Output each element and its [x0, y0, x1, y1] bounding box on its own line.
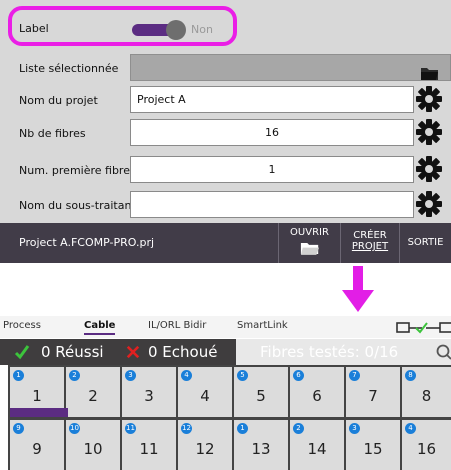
fiber-color-badge: 3: [125, 370, 136, 381]
fiber-color-badge: 2: [69, 370, 80, 381]
fiber-number: 2: [88, 387, 98, 405]
sous-traitant-field[interactable]: [130, 191, 414, 218]
premiere-gear-icon[interactable]: [415, 155, 443, 183]
fiber-color-badge: 2: [293, 423, 304, 434]
fiber-number: 14: [307, 440, 327, 458]
sortie-button[interactable]: SORTIE: [399, 223, 451, 263]
search-icon[interactable]: [436, 344, 451, 360]
failed-count: 0 Echoué: [148, 343, 218, 361]
selected-fiber-indicator: [10, 408, 68, 417]
sous-traitant-row: Nom du sous-traitan: [0, 186, 451, 224]
fiber-number: 16: [416, 440, 437, 458]
fiber-cell[interactable]: 66: [290, 367, 344, 417]
ouvrir-label: OUVRIR: [290, 227, 329, 238]
fiber-number: 13: [251, 440, 271, 458]
fiber-number: 9: [32, 440, 42, 458]
test-status-bar: 0 Réussi 0 Echoué Fibres testés: 0/16: [0, 339, 451, 365]
fiber-color-badge: 10: [69, 423, 80, 434]
fiber-color-badge: 4: [181, 370, 192, 381]
fiber-number: 6: [312, 387, 322, 405]
fiber-number: 4: [200, 387, 210, 405]
sortie-label: SORTIE: [407, 237, 444, 248]
fiber-number: 3: [144, 387, 154, 405]
fiber-number: 8: [421, 387, 432, 405]
fiber-number: 10: [83, 440, 103, 458]
tested-panel: Fibres testés: 0/16: [236, 339, 451, 365]
tab-smartlink[interactable]: SmartLink: [237, 320, 288, 331]
fiber-cell[interactable]: 88: [402, 367, 451, 417]
fibres-field-value: 16: [265, 126, 279, 139]
fiber-cell[interactable]: 12 12: [178, 420, 232, 470]
fiber-number: 1: [32, 387, 42, 405]
tab-process[interactable]: Process: [3, 320, 41, 331]
fiber-cell[interactable]: 4 16: [402, 420, 451, 470]
fiber-number: 5: [256, 387, 266, 405]
projet-field[interactable]: Project A: [130, 86, 414, 113]
label-row-highlight: [8, 6, 237, 46]
fibres-gear-icon[interactable]: [415, 118, 443, 146]
sous-traitant-gear-icon[interactable]: [415, 190, 443, 218]
fiber-number: 15: [363, 440, 383, 458]
fibres-field[interactable]: 16: [130, 119, 414, 146]
creer-label-line1: CRÉER: [353, 230, 387, 241]
tab-cable[interactable]: Cable: [84, 320, 116, 335]
fiber-cell[interactable]: 10 10: [66, 420, 120, 470]
project-filename: Project A.FCOMP-PRO.prj: [19, 236, 155, 249]
fiber-color-badge: 1: [237, 423, 248, 434]
premiere-field-value: 1: [268, 163, 276, 176]
fiber-color-badge: 4: [405, 423, 416, 434]
premiere-field[interactable]: 1: [130, 156, 414, 183]
tab-ilorl-bidir[interactable]: IL/ORL Bidir: [148, 320, 206, 331]
projet-row-label: Nom du projet: [19, 93, 98, 107]
fibres-row-label: Nb de fibres: [19, 126, 86, 140]
fiber-cell[interactable]: 22: [66, 367, 120, 417]
tab-bar: Process Cable IL/ORL Bidir SmartLink: [0, 316, 451, 338]
projet-gear-icon[interactable]: [415, 85, 443, 113]
down-arrow-head: [342, 290, 374, 312]
fiber-color-badge: 5: [237, 370, 248, 381]
tested-count: Fibres testés: 0/16: [260, 343, 399, 361]
fiber-color-badge: 11: [125, 423, 136, 434]
fiber-color-badge: 12: [181, 423, 192, 434]
fiber-cell[interactable]: 2 14: [290, 420, 344, 470]
check-icon: [14, 345, 30, 360]
sous-traitant-row-label: Nom du sous-traitan: [19, 198, 132, 212]
passed-count: 0 Réussi: [41, 343, 104, 361]
fiber-color-badge: 9: [13, 423, 24, 434]
liste-field[interactable]: [130, 54, 451, 81]
fiber-cell[interactable]: 55: [234, 367, 288, 417]
fiber-cell[interactable]: 99: [10, 420, 64, 470]
ouvrir-button[interactable]: OUVRIR: [278, 223, 340, 263]
fiber-color-badge: 3: [349, 423, 360, 434]
project-settings-panel: Label Non Liste sélectionnée Nom du proj…: [0, 0, 451, 263]
folder-icon[interactable]: [420, 65, 440, 81]
fiber-number: 7: [368, 387, 378, 405]
fiber-color-badge: 6: [293, 370, 304, 381]
fiber-color-badge: 7: [349, 370, 360, 381]
cross-icon: [126, 345, 140, 359]
fiber-color-badge: 1: [13, 370, 24, 381]
project-action-bar: Project A.FCOMP-PRO.prj OUVRIR CRÉER PRO…: [0, 223, 451, 263]
fiber-cell[interactable]: 44: [178, 367, 232, 417]
fiber-cell[interactable]: 3 15: [346, 420, 400, 470]
fibres-row: Nb de fibres 16: [0, 114, 451, 152]
down-arrow-shaft: [353, 266, 363, 292]
fiber-cell[interactable]: 33: [122, 367, 176, 417]
creer-label-line2: PROJET: [351, 241, 389, 252]
fiber-number: 12: [195, 440, 215, 458]
fiber-cell[interactable]: 11 11: [122, 420, 176, 470]
creer-projet-button[interactable]: CRÉER PROJET: [340, 223, 399, 263]
premiere-row-label: Num. première fibre: [19, 163, 130, 177]
fiber-grid: 1 1 2 2 3 3 4 4 5 5 6 6 7 7 8 8 9 9 10 10 11 11 12 12 1 13 2 14 3 15 4…: [8, 365, 451, 470]
fiber-color-badge: 8: [405, 370, 416, 381]
link-status-icon: [396, 322, 451, 334]
projet-field-value: Project A: [137, 93, 186, 106]
fiber-number: 11: [139, 440, 159, 458]
liste-row-label: Liste sélectionnée: [19, 61, 119, 75]
open-folder-icon: [300, 243, 319, 255]
premiere-row: Num. première fibre 1: [0, 151, 451, 189]
fiber-cell[interactable]: 1 13: [234, 420, 288, 470]
fiber-cell[interactable]: 77: [346, 367, 400, 417]
